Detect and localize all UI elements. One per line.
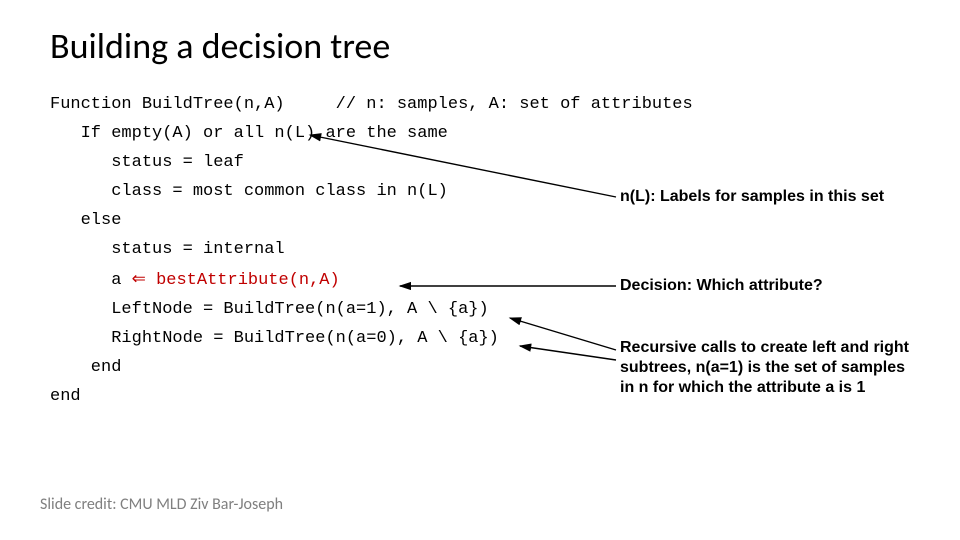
slide: Building a decision tree Function BuildT…: [0, 0, 960, 540]
code-line-7a: a: [50, 271, 132, 290]
code-line-1-comment: // n: samples, A: set of attributes: [285, 95, 693, 114]
left-double-arrow-icon: ⇐: [132, 268, 146, 289]
code-line-9: RightNode = BuildTree(n(a=0), A \ {a}): [50, 329, 499, 348]
annotation-decision: Decision: Which attribute?: [620, 276, 823, 296]
code-line-10: end: [50, 358, 121, 377]
code-line-1a: Function BuildTree(n,A): [50, 95, 285, 114]
code-line-4: class = most common class in n(L): [50, 182, 448, 201]
annotation-labels: n(L): Labels for samples in this set: [620, 187, 884, 207]
code-line-2: If empty(A) or all n(L) are the same: [50, 124, 448, 143]
code-line-7b: bestAttribute(n,A): [146, 271, 340, 290]
slide-credit: Slide credit: CMU MLD Ziv Bar-Joseph: [40, 495, 283, 514]
code-line-6: status = internal: [50, 240, 285, 259]
annotation-recursive: Recursive calls to create left and right…: [620, 338, 920, 398]
code-line-3: status = leaf: [50, 153, 244, 172]
slide-title: Building a decision tree: [50, 24, 390, 68]
code-line-5: else: [50, 211, 121, 230]
pseudocode-block: Function BuildTree(n,A) // n: samples, A…: [50, 90, 693, 411]
code-line-11: end: [50, 387, 81, 406]
code-line-8: LeftNode = BuildTree(n(a=1), A \ {a}): [50, 300, 489, 319]
